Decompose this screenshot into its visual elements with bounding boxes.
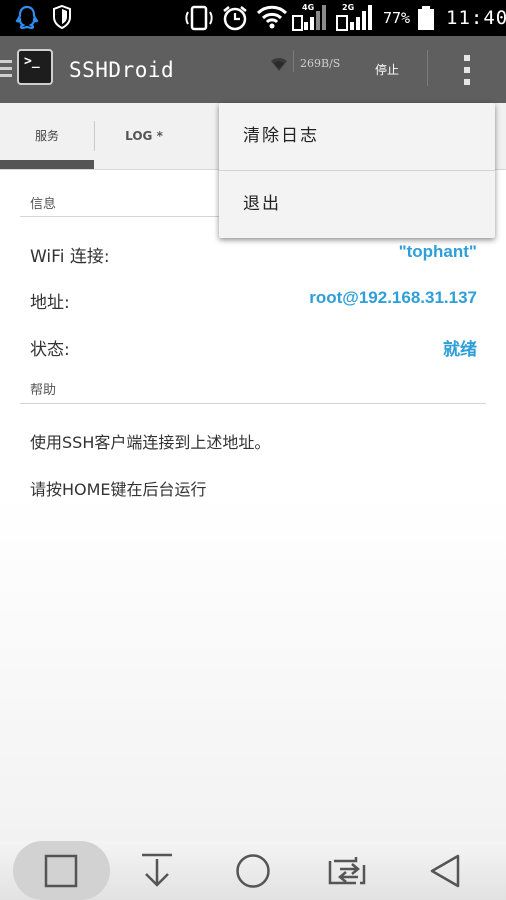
action-bar: >_ SSHDroid 269B/S 停止 [0, 36, 506, 103]
shield-icon [53, 4, 71, 30]
wifi-icon [256, 5, 288, 29]
signal-4g-icon: 4G [292, 2, 332, 32]
tab-service-label: 服务 [34, 129, 59, 143]
action-divider [293, 50, 294, 72]
info-header: 信息 [30, 197, 57, 212]
circle-icon [236, 854, 270, 888]
battery-icon [418, 6, 434, 30]
overflow-menu-button[interactable] [450, 50, 484, 90]
address-value[interactable]: root@192.168.31.137 [309, 288, 477, 308]
menu-item-exit[interactable]: 退出 [219, 171, 495, 238]
phone-rotate-icon [185, 5, 213, 31]
clock: 11:40 [446, 7, 506, 29]
qq-icon [15, 5, 39, 30]
switch-apps-button[interactable] [320, 841, 378, 900]
stop-button[interactable]: 停止 [366, 50, 408, 90]
app-title: SSHDroid [69, 58, 175, 82]
signal-2g-icon: 2G [336, 2, 380, 32]
switch-icon [328, 857, 366, 885]
notifications-down-button[interactable] [130, 841, 184, 900]
action-divider [427, 50, 428, 86]
back-triangle-icon [430, 854, 460, 888]
help-header: 帮助 [30, 383, 57, 398]
drawer-indicator-icon[interactable] [0, 58, 14, 80]
terminal-app-icon[interactable]: >_ [17, 49, 53, 85]
back-button[interactable] [418, 841, 472, 900]
alarm-icon [223, 6, 247, 31]
battery-percent: 77% [383, 9, 411, 27]
status-bar: 4G 2G 77% 11:40 [0, 0, 506, 36]
home-button[interactable] [226, 841, 280, 900]
network-speed: 269B/S [300, 57, 341, 70]
square-icon [44, 854, 78, 888]
help-line-2: 请按HOME键在后台运行 [30, 480, 207, 499]
navigation-bar [0, 841, 506, 900]
recent-apps-button[interactable] [13, 841, 110, 900]
tab-log[interactable]: LOG * [95, 103, 193, 169]
help-line-1: 使用SSH客户端连接到上述地址。 [30, 433, 271, 452]
overflow-menu: 清除日志 退出 [219, 103, 495, 238]
status-value: 就绪 [443, 340, 477, 359]
wifi-status-icon [271, 57, 287, 71]
tab-log-label: LOG * [125, 129, 163, 143]
wifi-value: "tophant" [398, 242, 477, 261]
menu-item-clear-log[interactable]: 清除日志 [219, 103, 495, 170]
address-label: 地址: [30, 293, 70, 313]
status-label: 状态: [30, 340, 70, 360]
wifi-label: WiFi 连接: [30, 247, 110, 267]
tab-selected-indicator [0, 160, 94, 169]
help-divider [20, 403, 486, 404]
arrow-down-icon [142, 853, 172, 887]
tab-service[interactable]: 服务 [0, 103, 94, 169]
